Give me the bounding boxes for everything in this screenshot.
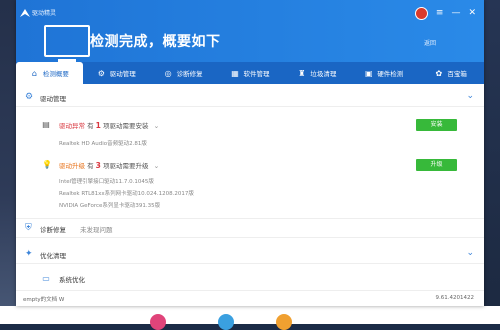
diagnose-status: 未发现问题 <box>80 226 113 234</box>
back-link[interactable]: 返回 <box>424 38 436 47</box>
gear-icon: ⚙ <box>97 68 105 78</box>
lightbulb-icon: 💡 <box>42 160 52 169</box>
status-bar: empty的文档 W 9.61.4201422 <box>16 290 484 306</box>
appstore-icon: ▦ <box>231 68 239 78</box>
tab-diagnose-repair[interactable]: ◎ 诊断修复 <box>150 62 217 84</box>
device-icon: ▤ <box>42 120 50 129</box>
page-title: 检测完成，概要如下 <box>90 34 221 50</box>
desktop-orb-icon <box>276 314 292 330</box>
status-prefix: 有 <box>87 122 94 130</box>
section-diagnose-repair[interactable]: ⛨ 诊断修复 未发现问题 <box>16 218 484 238</box>
desktop-orb-icon <box>150 314 166 330</box>
chip-icon: ▣ <box>364 68 373 78</box>
desktop-orb-icon <box>218 314 234 330</box>
menu-icon[interactable]: ≡ <box>436 9 444 18</box>
driver-upgrade-status: 驱动升级 有 3 项驱动需要升级 ⌄ <box>59 160 159 170</box>
toolbox-icon: ✿ <box>435 68 443 78</box>
monitor-illustration-icon <box>44 25 90 62</box>
tab-label: 检测概要 <box>42 70 69 78</box>
desktop-bottom-strip <box>0 306 500 330</box>
broom-icon: ♜ <box>298 68 306 78</box>
system-optimize-label: 系统优化 <box>59 276 85 284</box>
status-prefix: 有 <box>87 162 94 170</box>
monitor-icon: ▭ <box>42 274 50 283</box>
status-label: 驱动升级 <box>59 162 85 170</box>
tab-overview[interactable]: ⌂ 检测概要 <box>16 62 83 84</box>
tab-toolbox[interactable]: ✿ 百宝箱 <box>417 62 484 84</box>
section-optimize-cleanup[interactable]: ✦ 优化清理 ⌄ <box>16 245 484 264</box>
driver-detail: Intel管理引擎接口驱动11.7.0.1045版 <box>59 179 154 185</box>
status-label: 驱动异常 <box>59 122 85 130</box>
tab-label: 硬件检测 <box>377 70 404 78</box>
section-title: 诊断修复 <box>40 226 66 234</box>
app-name: 驱动精灵 <box>32 10 57 17</box>
tab-label: 诊断修复 <box>176 70 203 78</box>
title-bar: 驱动精灵 ≡ — ✕ 检测完成，概要如下 返回 <box>16 0 484 62</box>
driver-detail: Realtek HD Audio音频驱动2.81版 <box>59 141 147 147</box>
close-icon[interactable]: ✕ <box>468 9 476 18</box>
install-button[interactable]: 安装 <box>416 119 457 131</box>
status-suffix: 项驱动需要升级 <box>102 162 149 170</box>
chevron-down-icon[interactable]: ⌄ <box>154 162 160 170</box>
status-count: 1 <box>95 121 101 130</box>
user-avatar[interactable] <box>414 7 428 20</box>
window-controls: ≡ — ✕ <box>414 7 476 20</box>
driver-abnormal-status: 驱动异常 有 1 项驱动需要安装 ⌄ <box>59 120 159 130</box>
desktop-right-edge <box>484 0 500 324</box>
status-count: 3 <box>95 161 101 170</box>
main-tabs: ⌂ 检测概要 ⚙ 驱动管理 ◎ 诊断修复 ▦ 软件管理 ♜ 垃圾清理 ▣ 硬件检… <box>16 62 484 84</box>
tab-label: 驱动管理 <box>109 70 136 78</box>
section-driver-management[interactable]: ⚙ 驱动管理 ⌄ <box>16 88 484 107</box>
section-title: 驱动管理 <box>40 95 66 103</box>
tab-hardware-detection[interactable]: ▣ 硬件检测 <box>350 62 417 84</box>
status-suffix: 项驱动需要安装 <box>102 122 149 130</box>
chevron-down-icon[interactable]: ⌄ <box>466 248 474 258</box>
optimize-icon: ✦ <box>25 249 33 259</box>
upgrade-button[interactable]: 升级 <box>416 159 457 171</box>
chevron-down-icon[interactable]: ⌄ <box>466 91 474 101</box>
tab-label: 软件管理 <box>243 70 270 78</box>
gear-icon: ⚙ <box>25 92 34 102</box>
tab-junk-cleanup[interactable]: ♜ 垃圾清理 <box>283 62 350 84</box>
driver-genius-window: 驱动精灵 ≡ — ✕ 检测完成，概要如下 返回 ⌂ 检测概要 ⚙ 驱动管理 ◎ … <box>16 0 484 306</box>
section-title: 优化清理 <box>40 252 66 260</box>
overview-content: ⚙ 驱动管理 ⌄ ▤ 驱动异常 有 1 项驱动需要安装 ⌄ Realtek HD… <box>16 84 484 306</box>
desktop-left-edge <box>0 0 16 324</box>
tab-software-management[interactable]: ▦ 软件管理 <box>217 62 284 84</box>
version-label: 9.61.4201422 <box>435 295 475 301</box>
compass-icon: ◎ <box>164 68 172 78</box>
footer-left-text: empty的文档 W <box>23 297 65 303</box>
shield-check-icon: ⛨ <box>25 223 32 233</box>
chevron-down-icon[interactable]: ⌄ <box>154 122 160 130</box>
home-icon: ⌂ <box>31 68 37 78</box>
minimize-icon[interactable]: — <box>451 9 460 18</box>
driver-detail: Realtek RTL81xx系列网卡驱动10.024.1208.2017版 <box>59 191 194 197</box>
tab-label: 百宝箱 <box>447 70 467 78</box>
driver-detail: NVIDIA GeForce系列显卡驱动391.35版 <box>59 203 161 209</box>
tab-label: 垃圾清理 <box>310 70 337 78</box>
app-logo-icon <box>20 9 30 17</box>
tab-driver-management[interactable]: ⚙ 驱动管理 <box>83 62 150 84</box>
